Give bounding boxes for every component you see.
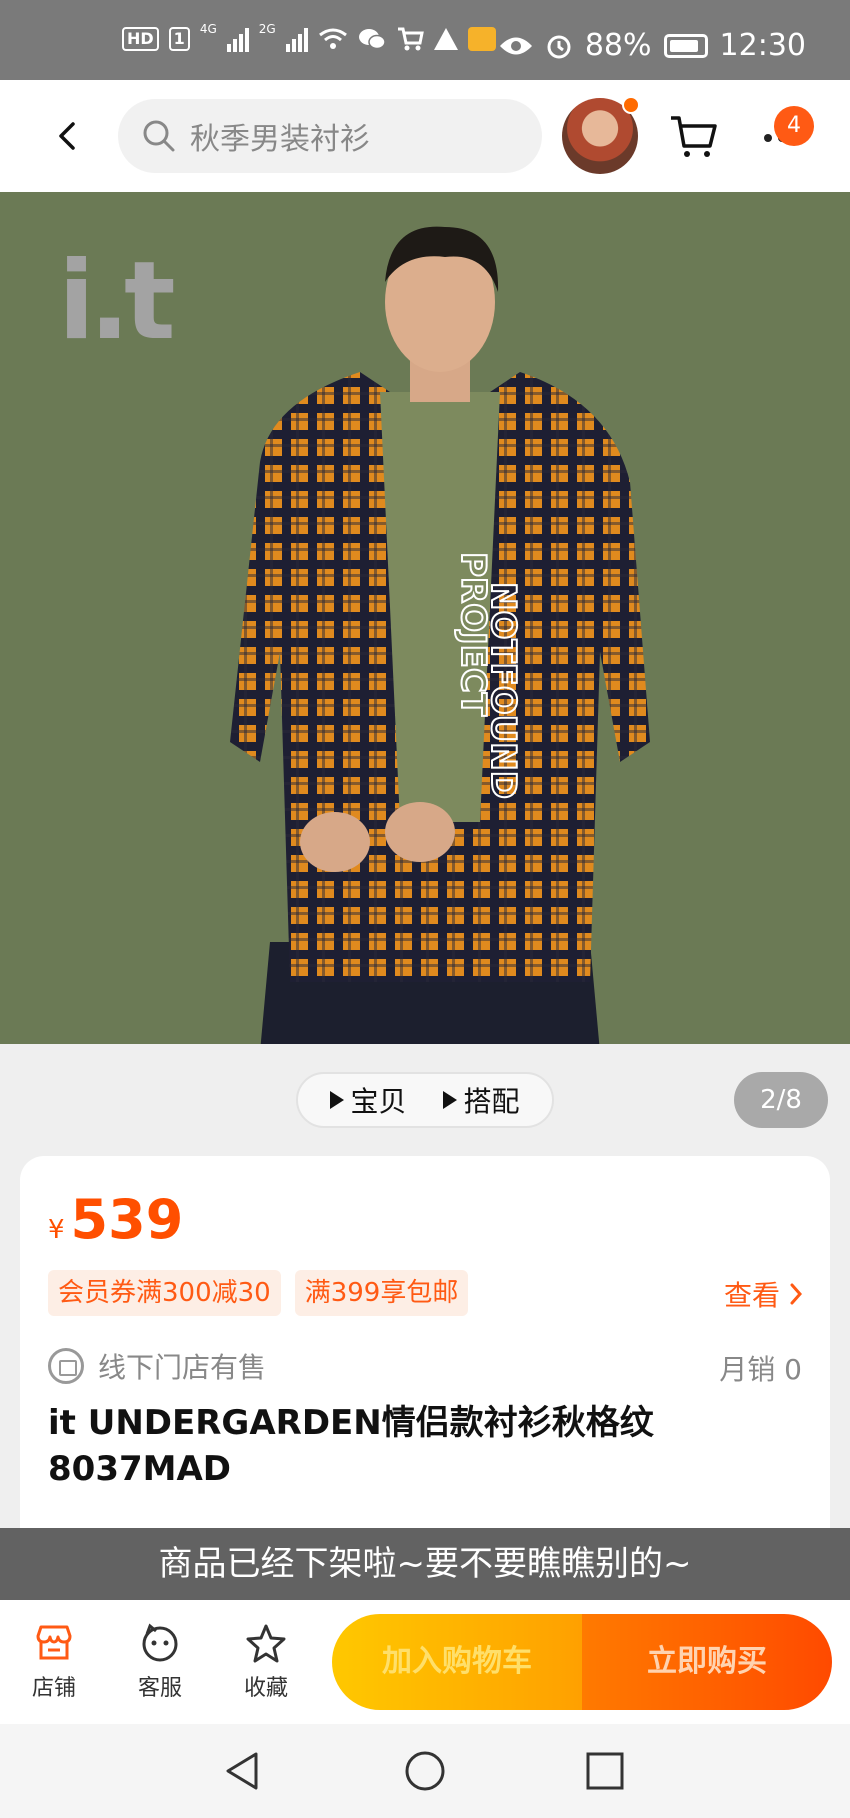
purchase-buttons: 加入购物车 立即购买 [332, 1614, 832, 1710]
status-bar: HD 1 4G 2G 88% 12:30 [0, 0, 850, 80]
chevron-right-icon [790, 1283, 803, 1305]
shopping-cart-notif-icon [397, 27, 424, 51]
add-to-cart-button[interactable]: 加入购物车 [332, 1614, 582, 1710]
net2-label: 2G [258, 22, 276, 36]
eye-icon [499, 37, 532, 54]
offline-store-row: 线下门店有售 [48, 1346, 266, 1386]
hd-indicator: HD [122, 27, 159, 51]
bottom-action-bar: 店铺 客服 收藏 加入购物车 立即购买 [0, 1600, 850, 1724]
wechat-icon [358, 29, 386, 50]
avatar-notification-dot [622, 96, 640, 114]
promo-tags: 会员券满300减30 满399享包邮 [48, 1270, 469, 1316]
buy-now-button[interactable]: 立即购买 [582, 1614, 832, 1710]
brand-logo: i.t [58, 239, 176, 364]
message-badge: 4 [774, 106, 814, 146]
nav-home-icon[interactable] [400, 1746, 450, 1796]
shop-button[interactable]: 店铺 [14, 1622, 94, 1702]
star-icon [246, 1624, 286, 1663]
promo-tag-coupon[interactable]: 会员券满300减30 [48, 1270, 281, 1316]
search-input[interactable]: 秋季男装衬衫 [118, 99, 542, 173]
signal1-icon [226, 26, 249, 52]
chevron-left-icon [59, 122, 75, 150]
tab-item[interactable]: 宝贝 [330, 1080, 407, 1120]
page-indicator: 2/8 [734, 1072, 828, 1128]
header: 秋季男装衬衫 4 [0, 80, 850, 192]
cart-icon[interactable] [668, 110, 720, 162]
wifi-icon [318, 28, 347, 49]
search-placeholder: 秋季男装衬衫 [190, 122, 370, 157]
view-label: 查看 [723, 1279, 780, 1312]
clock: 12:30 [719, 28, 806, 63]
store-text: 线下门店有售 [98, 1351, 267, 1384]
signal2-icon [285, 26, 308, 52]
hd-label: HD [127, 29, 154, 48]
model-photo: NOTFOUND PROJECT [230, 226, 650, 1044]
product-info-card: ¥ 539 会员券满300减30 满399享包邮 查看 线下门店有售 月销 0 … [20, 1156, 830, 1528]
product-title: it UNDERGARDEN情侣款衬衫秋格纹8037MAD [48, 1403, 654, 1489]
tab-match[interactable]: 搭配 [443, 1080, 520, 1120]
monthly-sales: 月销 0 [719, 1353, 802, 1386]
alarm-icon [547, 35, 571, 58]
battery-percent: 88% [584, 28, 652, 63]
search-icon [143, 120, 175, 152]
system-nav-bar [0, 1724, 850, 1818]
play-icon [330, 1091, 345, 1109]
warning-icon [433, 28, 458, 50]
shirt-print-line2: PROJECT [453, 552, 493, 717]
service-label: 客服 [137, 1676, 182, 1701]
avatar[interactable] [562, 96, 640, 174]
play-icon [443, 1091, 458, 1109]
promo-tag-shipping[interactable]: 满399享包邮 [294, 1270, 469, 1316]
status-left-icons: HD 1 4G 2G [122, 22, 496, 52]
more-button[interactable]: 4 [760, 106, 820, 162]
battery-icon [663, 33, 708, 58]
status-right: 88% 12:30 [499, 28, 806, 63]
tab-match-label: 搭配 [463, 1085, 520, 1118]
shop-label: 店铺 [31, 1676, 76, 1701]
delisted-toast: 商品已经下架啦~要不要瞧瞧别的~ [0, 1528, 850, 1600]
nav-recents-icon[interactable] [580, 1746, 630, 1796]
shop-icon [36, 1625, 72, 1660]
service-icon [142, 1623, 178, 1662]
store-bag-icon [48, 1348, 84, 1384]
favorite-label: 收藏 [243, 1676, 288, 1701]
mail-icon [467, 27, 496, 51]
net1-label: 4G [199, 22, 217, 36]
currency-symbol: ¥ [48, 1215, 65, 1245]
media-toggle: 宝贝 搭配 [296, 1072, 554, 1128]
favorite-button[interactable]: 收藏 [226, 1622, 306, 1702]
nav-back-icon[interactable] [218, 1746, 268, 1796]
price: ¥ 539 [48, 1188, 183, 1251]
tab-item-label: 宝贝 [350, 1085, 407, 1118]
price-value: 539 [70, 1188, 184, 1251]
back-button[interactable] [40, 108, 96, 164]
product-image[interactable]: i.t NOTFOUND PROJECT [0, 192, 850, 1044]
view-promotions-link[interactable]: 查看 [724, 1274, 804, 1314]
customer-service-button[interactable]: 客服 [120, 1622, 200, 1702]
sim-indicator: 1 [168, 27, 190, 51]
